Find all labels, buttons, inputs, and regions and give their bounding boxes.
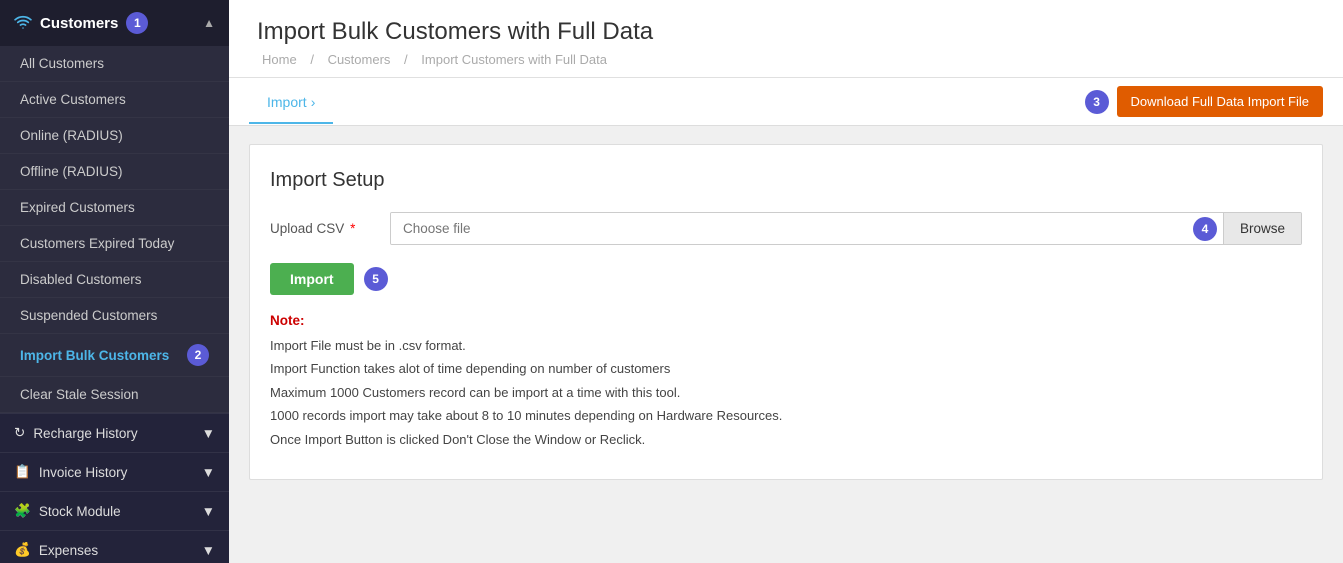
sidebar-header[interactable]: Customers 1 ▲ [0,0,229,46]
puzzle-icon: 🧩 [14,503,31,519]
chevron-down-icon-2: ▼ [202,465,215,480]
sidebar-badge: 1 [126,12,148,34]
invoice-history-label: Invoice History [39,465,128,480]
sidebar-title: Customers [40,15,118,32]
note-text: Import File must be in .csv format. Impo… [270,334,1302,451]
expenses-label: Expenses [39,543,98,558]
wifi-icon [14,13,32,34]
reload-icon: ↻ [14,425,25,441]
note-line-3: Maximum 1000 Customers record can be imp… [270,381,1302,404]
sidebar-item-clear-stale-session[interactable]: Clear Stale Session [0,377,229,413]
file-input-badge: 4 [1193,217,1217,241]
tab-import[interactable]: Import › [249,80,333,124]
sidebar-item-online-radius[interactable]: Online (RADIUS) [0,118,229,154]
invoice-icon: 📋 [14,464,31,480]
page-header: Import Bulk Customers with Full Data Hom… [229,0,1343,78]
note-line-2: Import Function takes alot of time depen… [270,357,1302,380]
sidebar-item-suspended-customers[interactable]: Suspended Customers [0,298,229,334]
tab-list: Import › [249,80,333,124]
note-line-1: Import File must be in .csv format. [270,334,1302,357]
chevron-down-icon: ▼ [202,426,215,441]
import-btn-row: Import 5 [270,263,1302,295]
sidebar-item-offline-radius[interactable]: Offline (RADIUS) [0,154,229,190]
tab-bar-actions: 3 Download Full Data Import File [1085,86,1323,117]
breadcrumb-current: Import Customers with Full Data [421,52,607,67]
browse-button[interactable]: Browse [1223,213,1301,244]
note-line-4: 1000 records import may take about 8 to … [270,404,1302,427]
chevron-down-icon-4: ▼ [202,543,215,558]
upload-csv-label: Upload CSV * [270,221,390,236]
upload-csv-row: Upload CSV * 4 Browse [270,212,1302,245]
breadcrumb: Home / Customers / Import Customers with… [257,52,1315,67]
sidebar-item-expired-customers[interactable]: Expired Customers [0,190,229,226]
breadcrumb-sep-2: / [404,52,408,67]
money-icon: 💰 [14,542,31,558]
sidebar-section-recharge-history[interactable]: ↻ Recharge History ▼ [0,413,229,452]
file-input-group: 4 Browse [390,212,1302,245]
note-label: Note: [270,313,1302,328]
main-content: Import Bulk Customers with Full Data Hom… [229,0,1343,563]
download-badge: 3 [1085,90,1109,114]
note-line-5: Once Import Button is clicked Don't Clos… [270,428,1302,451]
chevron-up-icon: ▲ [203,16,215,30]
content-area: Import › 3 Download Full Data Import Fil… [229,78,1343,563]
page-title: Import Bulk Customers with Full Data [257,18,1315,46]
stock-module-label: Stock Module [39,504,121,519]
breadcrumb-home[interactable]: Home [262,52,297,67]
required-star: * [350,221,355,236]
sidebar-section-expenses[interactable]: 💰 Expenses ▼ [0,530,229,563]
sidebar-nav: All Customers Active Customers Online (R… [0,46,229,413]
import-bulk-badge: 2 [187,344,209,366]
recharge-history-label: Recharge History [33,426,137,441]
sidebar-item-customers-expired-today[interactable]: Customers Expired Today [0,226,229,262]
file-input[interactable] [391,213,1187,244]
sidebar-section-invoice-history[interactable]: 📋 Invoice History ▼ [0,452,229,491]
download-full-data-button[interactable]: Download Full Data Import File [1117,86,1323,117]
chevron-down-icon-3: ▼ [202,504,215,519]
import-btn-badge: 5 [364,267,388,291]
import-setup-card: Import Setup Upload CSV * 4 Browse Impor… [249,144,1323,480]
import-bulk-label: Import Bulk Customers [20,348,169,363]
breadcrumb-sep-1: / [310,52,314,67]
sidebar: Customers 1 ▲ All Customers Active Custo… [0,0,229,563]
tab-arrow-icon: › [311,94,316,110]
import-button[interactable]: Import [270,263,354,295]
sidebar-item-import-bulk-customers[interactable]: Import Bulk Customers 2 [0,334,229,377]
sidebar-item-disabled-customers[interactable]: Disabled Customers [0,262,229,298]
sidebar-section-stock-module[interactable]: 🧩 Stock Module ▼ [0,491,229,530]
sidebar-item-all-customers[interactable]: All Customers [0,46,229,82]
sidebar-item-active-customers[interactable]: Active Customers [0,82,229,118]
tab-import-label: Import [267,94,307,110]
import-setup-title: Import Setup [270,169,1302,192]
breadcrumb-customers[interactable]: Customers [328,52,391,67]
tab-bar: Import › 3 Download Full Data Import Fil… [229,78,1343,126]
